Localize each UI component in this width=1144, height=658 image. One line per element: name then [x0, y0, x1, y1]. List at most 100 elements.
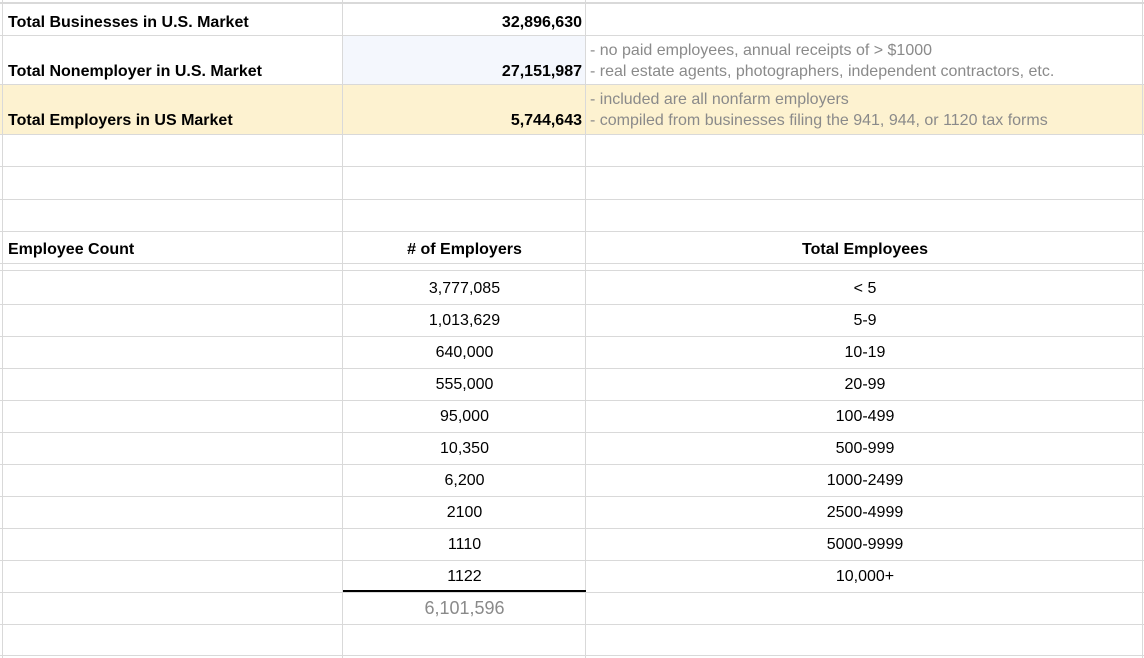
employers-value: 1,013,629: [428, 312, 501, 329]
employees-range: 100-499: [835, 408, 895, 425]
employers-notes: - included are all nonfarm employers - c…: [590, 89, 1048, 131]
cell-label[interactable]: Total Businesses in U.S. Market: [0, 4, 343, 36]
employers-cell[interactable]: 555,000: [343, 369, 586, 401]
employees-range: < 5: [853, 280, 877, 297]
employee-count-cell[interactable]: [0, 497, 343, 529]
employers-cell[interactable]: 2100: [343, 497, 586, 529]
gridline: [1142, 0, 1143, 658]
employers-cell[interactable]: 1122: [343, 561, 586, 593]
employers-value: 95,000: [440, 408, 489, 425]
employee-count-cell[interactable]: [0, 561, 343, 593]
gridline: [0, 560, 1144, 561]
note-line: - compiled from businesses filing the 94…: [590, 112, 1048, 129]
employee-count-cell[interactable]: [0, 273, 343, 305]
header-num-employers: # of Employers: [407, 241, 522, 258]
employees-cell[interactable]: 20-99: [586, 369, 1144, 401]
employees-range: 1000-2499: [826, 472, 904, 489]
header-cell[interactable]: Employee Count: [0, 232, 343, 263]
employees-cell[interactable]: 10,000+: [586, 561, 1144, 593]
cell-value[interactable]: 32,896,630: [343, 4, 586, 36]
row-total[interactable]: 6,101,596: [0, 592, 1144, 625]
employees-cell[interactable]: 2500-4999: [586, 497, 1144, 529]
gridline: [2, 0, 3, 658]
cell-value[interactable]: 27,151,987: [343, 36, 586, 85]
employees-cell[interactable]: 5000-9999: [586, 529, 1144, 561]
total-employers-label: Total Employers in US Market: [8, 112, 233, 129]
table-row[interactable]: 1122 10,000+: [0, 561, 1144, 593]
table-row[interactable]: 95,000 100-499: [0, 401, 1144, 433]
cell-notes[interactable]: - included are all nonfarm employers - c…: [586, 85, 1144, 134]
table-row[interactable]: 6,200 1000-2499: [0, 465, 1144, 497]
employers-cell[interactable]: 3,777,085: [343, 273, 586, 305]
employees-cell[interactable]: 5-9: [586, 305, 1144, 337]
table-row[interactable]: 2100 2500-4999: [0, 497, 1144, 529]
employees-cell[interactable]: < 5: [586, 273, 1144, 305]
gridline: [0, 624, 1144, 625]
table-row[interactable]: 10,350 500-999: [0, 433, 1144, 465]
employers-value: 10,350: [440, 440, 489, 457]
total-nonemployer-label: Total Nonemployer in U.S. Market: [8, 63, 262, 80]
row-total-businesses[interactable]: Total Businesses in U.S. Market 32,896,6…: [0, 4, 1144, 36]
employees-range: 500-999: [835, 440, 895, 457]
employers-value: 6,200: [444, 472, 485, 489]
total-cell[interactable]: 6,101,596: [343, 592, 586, 625]
gridline: [0, 528, 1144, 529]
employees-cell[interactable]: 100-499: [586, 401, 1144, 433]
gridline: [585, 0, 586, 658]
employees-cell[interactable]: 1000-2499: [586, 465, 1144, 497]
gridline: [0, 166, 1144, 167]
note-line: - included are all nonfarm employers: [590, 91, 849, 108]
cell-notes[interactable]: [586, 4, 1144, 36]
employee-count-cell[interactable]: [0, 465, 343, 497]
table-row[interactable]: 3,777,085 < 5: [0, 273, 1144, 305]
employers-cell[interactable]: 10,350: [343, 433, 586, 465]
cell-value[interactable]: 5,744,643: [343, 85, 586, 134]
cell-label[interactable]: Total Employers in US Market: [0, 85, 343, 134]
employee-count-cell[interactable]: [0, 401, 343, 433]
gridline: [0, 2, 1144, 4]
cell-notes[interactable]: - no paid employees, annual receipts of …: [586, 36, 1144, 85]
employers-cell[interactable]: 95,000: [343, 401, 586, 433]
gridline: [0, 592, 1144, 593]
employers-cell[interactable]: 640,000: [343, 337, 586, 369]
header-employee-count: Employee Count: [8, 241, 135, 258]
row-table-header[interactable]: Employee Count # of Employers Total Empl…: [0, 232, 1144, 263]
employee-count-cell[interactable]: [0, 433, 343, 465]
table-row[interactable]: 1,013,629 5-9: [0, 305, 1144, 337]
row-total-nonemployer[interactable]: Total Nonemployer in U.S. Market 27,151,…: [0, 36, 1144, 85]
gridline: [0, 263, 1144, 264]
gridline: [0, 336, 1144, 337]
cell-label[interactable]: Total Nonemployer in U.S. Market: [0, 36, 343, 85]
gridline: [0, 304, 1144, 305]
employees-range: 5000-9999: [826, 536, 904, 553]
gridline: [0, 432, 1144, 433]
employee-count-cell[interactable]: [0, 529, 343, 561]
employers-value: 3,777,085: [428, 280, 501, 297]
employers-cell[interactable]: 1110: [343, 529, 586, 561]
table-row[interactable]: 1110 5000-9999: [0, 529, 1144, 561]
employees-cell[interactable]: 10-19: [586, 337, 1144, 369]
row-total-employers[interactable]: Total Employers in US Market 5,744,643 -…: [0, 85, 1144, 134]
header-cell[interactable]: Total Employees: [586, 232, 1144, 263]
table-row[interactable]: 555,000 20-99: [0, 369, 1144, 401]
employee-count-cell[interactable]: [0, 337, 343, 369]
employees-range: 5-9: [853, 312, 877, 329]
gridline: [342, 0, 343, 658]
employee-count-cell[interactable]: [0, 369, 343, 401]
gridline: [0, 35, 1144, 36]
employees-range: 2500-4999: [826, 504, 904, 521]
header-cell[interactable]: # of Employers: [343, 232, 586, 263]
gridline: [0, 270, 1144, 271]
employers-cell[interactable]: 6,200: [343, 465, 586, 497]
table-row[interactable]: 640,000 10-19: [0, 337, 1144, 369]
gridline: [0, 464, 1144, 465]
gridline: [0, 199, 1144, 200]
gridline: [0, 368, 1144, 369]
note-line: - no paid employees, annual receipts of …: [590, 42, 933, 59]
employee-count-cell[interactable]: [0, 305, 343, 337]
total-businesses-value: 32,896,630: [501, 14, 582, 31]
gridline: [0, 231, 1144, 232]
employees-cell[interactable]: 500-999: [586, 433, 1144, 465]
employees-range: 20-99: [844, 376, 886, 393]
employers-cell[interactable]: 1,013,629: [343, 305, 586, 337]
